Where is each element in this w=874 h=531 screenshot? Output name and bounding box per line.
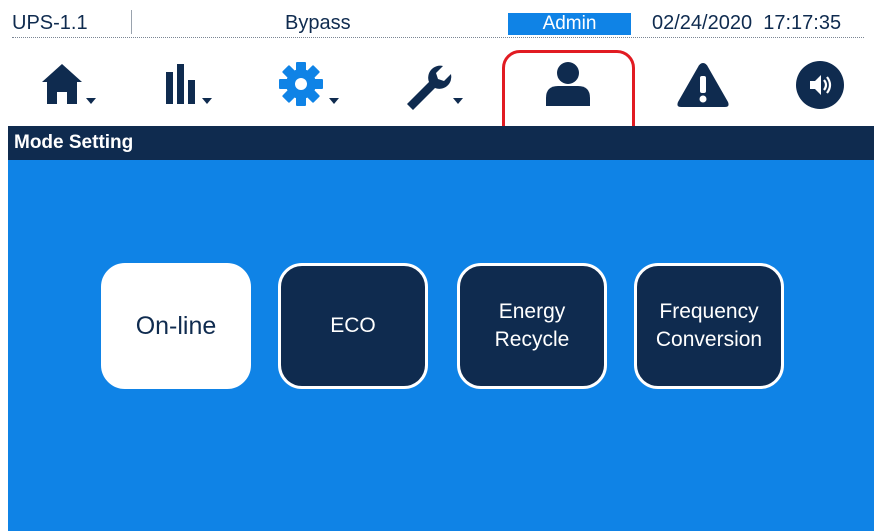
page-title: Mode Setting [8, 126, 874, 160]
toolbar-measurements[interactable] [143, 45, 243, 125]
datetime: 02/24/2020 17:17:35 [652, 12, 841, 35]
chevron-down-icon [86, 98, 96, 104]
wrench-icon [407, 65, 463, 110]
toolbar-settings[interactable] [265, 45, 365, 125]
toolbar-maintenance[interactable] [385, 45, 485, 125]
home-icon [42, 64, 96, 104]
time: 17:17:35 [763, 12, 842, 34]
main-toolbar [0, 45, 874, 171]
user-level-badge: Admin [508, 13, 631, 35]
mode-eco-button[interactable]: ECO [278, 263, 428, 389]
chevron-down-icon [453, 98, 463, 104]
mode-energy-recycle-button[interactable]: Energy Recycle [457, 263, 607, 389]
mode-setting-panel: On-line ECO Energy Recycle Frequency Con… [8, 160, 874, 531]
status-separator [131, 10, 132, 34]
speaker-icon [796, 61, 844, 109]
warning-icon [677, 63, 729, 107]
device-id: UPS-1.1 [12, 12, 88, 34]
bar-chart-icon [166, 64, 212, 104]
ups-status: Bypass [285, 12, 351, 34]
toolbar-user[interactable] [518, 45, 618, 125]
status-divider [12, 37, 864, 38]
toolbar-sound[interactable] [770, 45, 870, 125]
chevron-down-icon [202, 98, 212, 104]
toolbar-home[interactable] [25, 45, 125, 125]
ups-display: UPS-1.1 Bypass Admin 02/24/2020 17:17:35 [0, 0, 874, 531]
mode-online-button[interactable]: On-line [101, 263, 251, 389]
status-bar: UPS-1.1 Bypass Admin 02/24/2020 17:17:35 [0, 0, 874, 40]
date: 02/24/2020 [652, 12, 753, 34]
chevron-down-icon [329, 98, 339, 104]
toolbar-alarm[interactable] [653, 45, 753, 125]
mode-frequency-conversion-button[interactable]: Frequency Conversion [634, 263, 784, 389]
gear-icon [279, 62, 339, 106]
user-icon [546, 62, 590, 106]
